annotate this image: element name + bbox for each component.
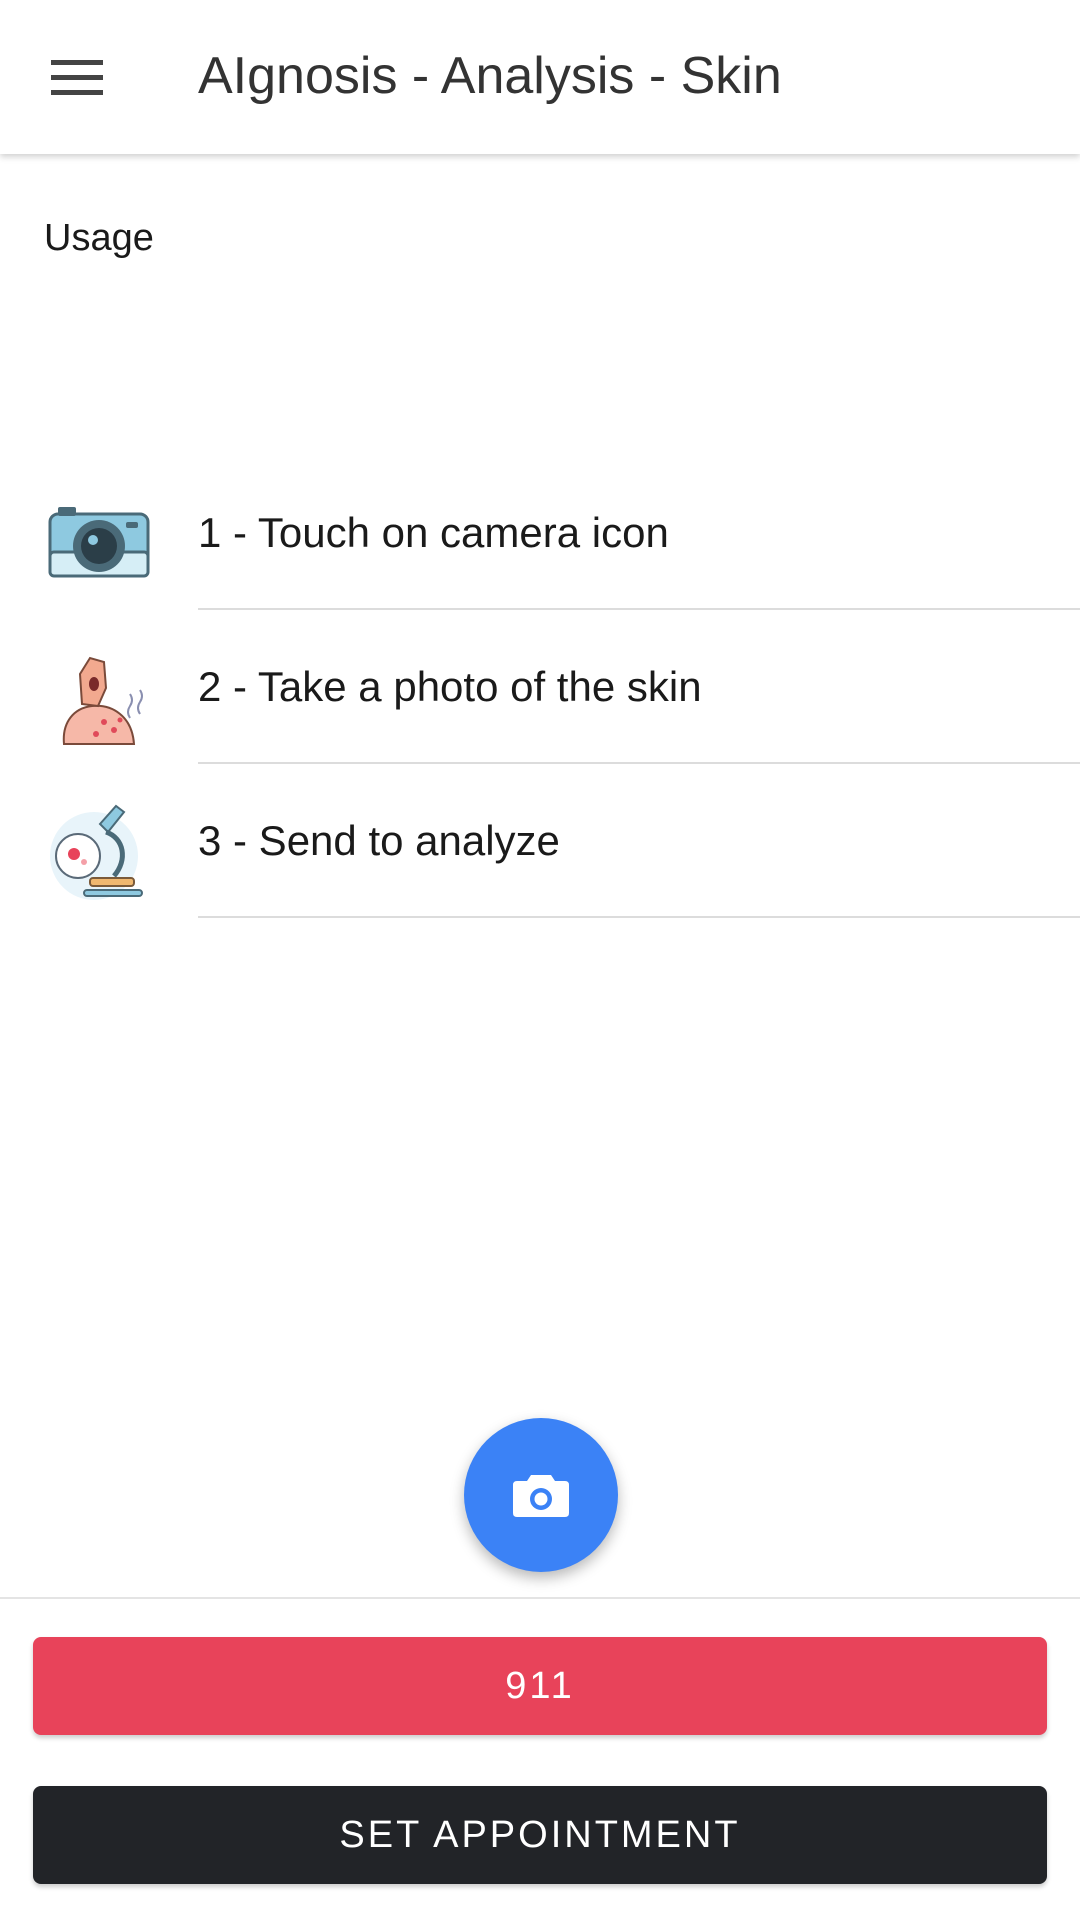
- emergency-911-button[interactable]: 911: [33, 1637, 1047, 1735]
- skin-rash-illustration-icon: [62, 656, 143, 745]
- steps-list: 1 - Touch on camera icon 2 - Take a phot…: [0, 456, 1080, 918]
- camera-illustration-icon: [48, 507, 150, 578]
- step-label: 3 - Send to analyze: [198, 817, 560, 864]
- step-label: 1 - Touch on camera icon: [198, 509, 669, 556]
- page-title: AIgnosis - Analysis - Skin: [198, 47, 782, 105]
- usage-heading: Usage: [44, 217, 154, 259]
- step-label: 2 - Take a photo of the skin: [198, 663, 702, 710]
- hamburger-menu-icon: [51, 60, 103, 95]
- list-item-step-1: 1 - Touch on camera icon: [0, 456, 1080, 610]
- set-appointment-button[interactable]: SET APPOINTMENT: [33, 1786, 1047, 1884]
- divider: [198, 916, 1080, 918]
- divider: [0, 1597, 1080, 1599]
- list-item-step-3: 3 - Send to analyze: [0, 764, 1080, 918]
- camera-icon: [513, 1475, 569, 1517]
- microscope-illustration-icon: [50, 804, 143, 900]
- camera-fab-button[interactable]: [464, 1418, 618, 1572]
- menu-button[interactable]: [30, 36, 124, 118]
- list-item-step-2: 2 - Take a photo of the skin: [0, 610, 1080, 764]
- app-bar: AIgnosis - Analysis - Skin: [0, 0, 1080, 154]
